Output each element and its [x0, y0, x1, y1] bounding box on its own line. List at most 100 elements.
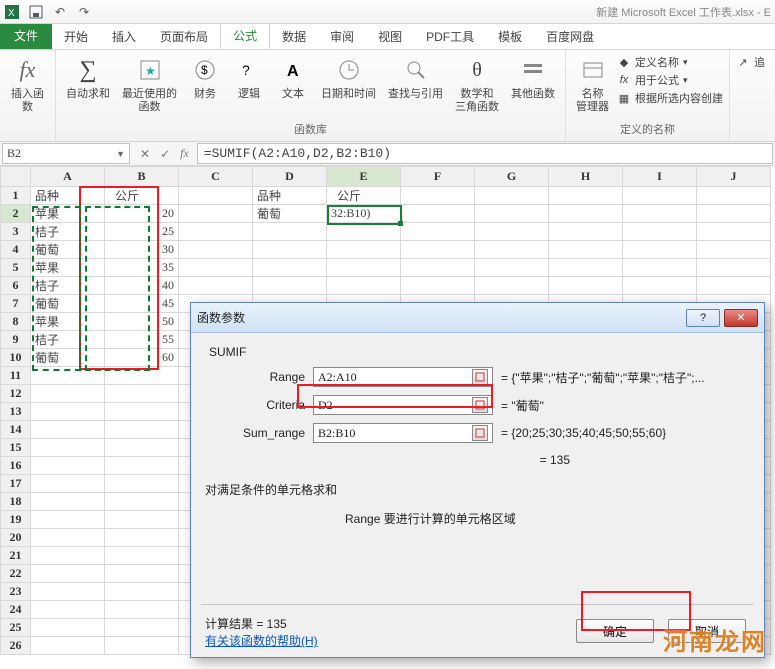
row-header-13[interactable]: 13 — [1, 403, 31, 421]
more-functions-button[interactable]: 其他函数 — [507, 52, 559, 103]
row-header-4[interactable]: 4 — [1, 241, 31, 259]
row-header-15[interactable]: 15 — [1, 439, 31, 457]
cell-A14[interactable] — [31, 421, 105, 439]
tab-review[interactable]: 审阅 — [318, 23, 366, 49]
cell-F5[interactable] — [401, 259, 475, 277]
cell-I3[interactable] — [623, 223, 697, 241]
tab-baidu-netdisk[interactable]: 百度网盘 — [534, 23, 606, 49]
use-in-formula-item[interactable]: fx用于公式 ▾ — [617, 72, 723, 88]
col-header-D[interactable]: D — [253, 167, 327, 187]
cell-A9[interactable]: 桔子 — [31, 331, 105, 349]
cell-A13[interactable] — [31, 403, 105, 421]
cell-A11[interactable] — [31, 367, 105, 385]
cell-A7[interactable]: 葡萄 — [31, 295, 105, 313]
cell-B3[interactable]: 25 — [105, 223, 179, 241]
autosum-button[interactable]: ∑ 自动求和 — [62, 52, 114, 103]
cell-A16[interactable] — [31, 457, 105, 475]
cell-A20[interactable] — [31, 529, 105, 547]
param-input-range[interactable]: A2:A10 — [313, 367, 493, 387]
logical-button[interactable]: ? 逻辑 — [229, 52, 269, 103]
cell-D1[interactable]: 品种 — [253, 187, 327, 205]
cell-A25[interactable] — [31, 619, 105, 637]
cell-J5[interactable] — [697, 259, 771, 277]
cancel-formula-icon[interactable]: ✕ — [140, 147, 150, 161]
cell-H4[interactable] — [549, 241, 623, 259]
recent-functions-button[interactable]: ★ 最近使用的 函数 — [118, 52, 181, 116]
cell-B8[interactable]: 50 — [105, 313, 179, 331]
cell-G6[interactable] — [475, 277, 549, 295]
row-header-20[interactable]: 20 — [1, 529, 31, 547]
col-header-F[interactable]: F — [401, 167, 475, 187]
ref-picker-icon[interactable] — [472, 369, 488, 385]
ref-picker-icon[interactable] — [472, 425, 488, 441]
datetime-button[interactable]: 日期和时间 — [317, 52, 380, 103]
cell-F2[interactable] — [401, 205, 475, 223]
cell-A24[interactable] — [31, 601, 105, 619]
row-header-5[interactable]: 5 — [1, 259, 31, 277]
row-header-17[interactable]: 17 — [1, 475, 31, 493]
cell-B18[interactable] — [105, 493, 179, 511]
col-header-A[interactable]: A — [31, 167, 105, 187]
name-box-dropdown-icon[interactable]: ▼ — [116, 149, 125, 159]
row-header-12[interactable]: 12 — [1, 385, 31, 403]
cell-B2[interactable]: 20 — [105, 205, 179, 223]
cell-E3[interactable] — [327, 223, 401, 241]
cell-F3[interactable] — [401, 223, 475, 241]
cell-B10[interactable]: 60 — [105, 349, 179, 367]
cell-A23[interactable] — [31, 583, 105, 601]
cell-A4[interactable]: 葡萄 — [31, 241, 105, 259]
tab-file[interactable]: 文件 — [0, 22, 52, 49]
cell-G2[interactable] — [475, 205, 549, 223]
cell-B1[interactable]: 公斤 — [105, 187, 179, 205]
text-button[interactable]: A 文本 — [273, 52, 313, 103]
cell-G5[interactable] — [475, 259, 549, 277]
math-trig-button[interactable]: θ 数学和 三角函数 — [451, 52, 503, 116]
row-header-7[interactable]: 7 — [1, 295, 31, 313]
cell-A3[interactable]: 桔子 — [31, 223, 105, 241]
cell-C3[interactable] — [179, 223, 253, 241]
cell-D2[interactable]: 葡萄 — [253, 205, 327, 223]
ref-picker-icon[interactable] — [472, 397, 488, 413]
row-header-6[interactable]: 6 — [1, 277, 31, 295]
cell-A2[interactable]: 苹果 — [31, 205, 105, 223]
col-header-I[interactable]: I — [623, 167, 697, 187]
function-help-link[interactable]: 有关该函数的帮助(H) — [205, 634, 318, 648]
param-input-criteria[interactable]: D2 — [313, 395, 493, 415]
cell-B21[interactable] — [105, 547, 179, 565]
financial-button[interactable]: $ 财务 — [185, 52, 225, 103]
dialog-help-button[interactable]: ? — [686, 309, 720, 327]
row-header-9[interactable]: 9 — [1, 331, 31, 349]
row-header-8[interactable]: 8 — [1, 313, 31, 331]
col-header-H[interactable]: H — [549, 167, 623, 187]
cell-B5[interactable]: 35 — [105, 259, 179, 277]
cell-B6[interactable]: 40 — [105, 277, 179, 295]
cell-B24[interactable] — [105, 601, 179, 619]
tab-formulas[interactable]: 公式 — [220, 21, 270, 49]
cell-B22[interactable] — [105, 565, 179, 583]
cell-A12[interactable] — [31, 385, 105, 403]
cell-I4[interactable] — [623, 241, 697, 259]
row-header-14[interactable]: 14 — [1, 421, 31, 439]
cell-A18[interactable] — [31, 493, 105, 511]
cell-C1[interactable] — [179, 187, 253, 205]
cell-A6[interactable]: 桔子 — [31, 277, 105, 295]
cell-A15[interactable] — [31, 439, 105, 457]
cell-J4[interactable] — [697, 241, 771, 259]
cell-G4[interactable] — [475, 241, 549, 259]
cell-A5[interactable]: 苹果 — [31, 259, 105, 277]
row-header-23[interactable]: 23 — [1, 583, 31, 601]
cell-F1[interactable] — [401, 187, 475, 205]
tab-template[interactable]: 模板 — [486, 23, 534, 49]
cell-D5[interactable] — [253, 259, 327, 277]
cell-A1[interactable]: 品种 — [31, 187, 105, 205]
cell-H1[interactable] — [549, 187, 623, 205]
tab-data[interactable]: 数据 — [270, 23, 318, 49]
tab-insert[interactable]: 插入 — [100, 23, 148, 49]
cell-C4[interactable] — [179, 241, 253, 259]
col-header-B[interactable]: B — [105, 167, 179, 187]
row-header-18[interactable]: 18 — [1, 493, 31, 511]
cell-B23[interactable] — [105, 583, 179, 601]
cell-B19[interactable] — [105, 511, 179, 529]
cell-B12[interactable] — [105, 385, 179, 403]
cell-J1[interactable] — [697, 187, 771, 205]
